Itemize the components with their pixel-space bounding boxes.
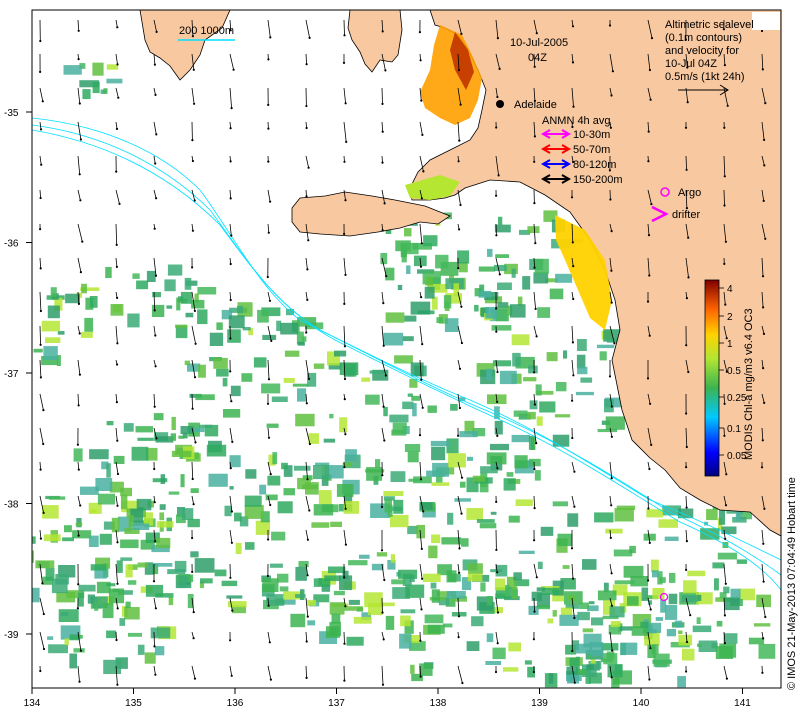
- x-tick-label: 134: [24, 698, 41, 709]
- credit: © IMOS 21-May-2013 07:04:49 Hobart time: [786, 477, 798, 690]
- colorbar-tick-label: 4: [727, 284, 733, 295]
- y-tick-label: -38: [4, 500, 19, 511]
- city-label: Adelaide: [514, 99, 557, 111]
- adelaide-marker: [496, 100, 504, 108]
- x-tick-label: 135: [125, 698, 142, 709]
- colorbar-tick-label: 0.5: [727, 366, 741, 377]
- time-label: 04Z: [528, 52, 547, 64]
- sealevel-line-1: Altimetric sealevel: [665, 19, 754, 31]
- x-tick-label: 136: [227, 698, 244, 709]
- chlorophyll-map: 134 135 136 137 138 139 140 141 -35 -36 -37 -38 -39…: [4, 9, 798, 709]
- scale-bar-label: 200 1000m: [179, 25, 234, 37]
- colorbar-tick-label: 2: [727, 312, 733, 323]
- colorbar-tick-label: 1: [727, 339, 733, 350]
- sealevel-line-4: 10-Jul 04Z: [665, 58, 717, 70]
- x-tick-label: 139: [531, 698, 548, 709]
- anmn-item-label: 10-30m: [573, 129, 610, 141]
- y-tick-label: -39: [4, 630, 19, 641]
- sealevel-line-3: and velocity for: [665, 45, 739, 57]
- anmn-item-label: 50-70m: [573, 144, 610, 156]
- anmn-item-label: 80-120m: [573, 159, 616, 171]
- sealevel-line-5: 0.5m/s (1kt 24h): [665, 71, 744, 83]
- anmn-item-label: 150-200m: [573, 174, 623, 186]
- argo-label: Argo: [678, 187, 701, 199]
- x-tick-label: 140: [633, 698, 650, 709]
- date-label: 10-Jul-2005: [510, 37, 568, 49]
- y-axis: -35 -36 -37 -38 -39: [4, 108, 32, 641]
- y-tick-label: -36: [4, 239, 19, 250]
- y-tick-label: -35: [4, 108, 19, 119]
- y-tick-label: -37: [4, 369, 19, 380]
- x-tick-label: 141: [734, 698, 751, 709]
- sealevel-line-2: (0.1m contours): [665, 32, 742, 44]
- x-axis: 134 135 136 137 138 139 140 141: [24, 688, 751, 709]
- x-tick-label: 138: [430, 698, 447, 709]
- x-tick-label: 137: [328, 698, 345, 709]
- colorbar-title: MODIS Chl-a mg/m3 v6.4 OC3: [743, 308, 755, 460]
- colorbar-tick-label: 0.1: [727, 424, 741, 435]
- anmn-title: ANMN 4h avg: [542, 115, 610, 127]
- drifter-label: drifter: [672, 209, 700, 221]
